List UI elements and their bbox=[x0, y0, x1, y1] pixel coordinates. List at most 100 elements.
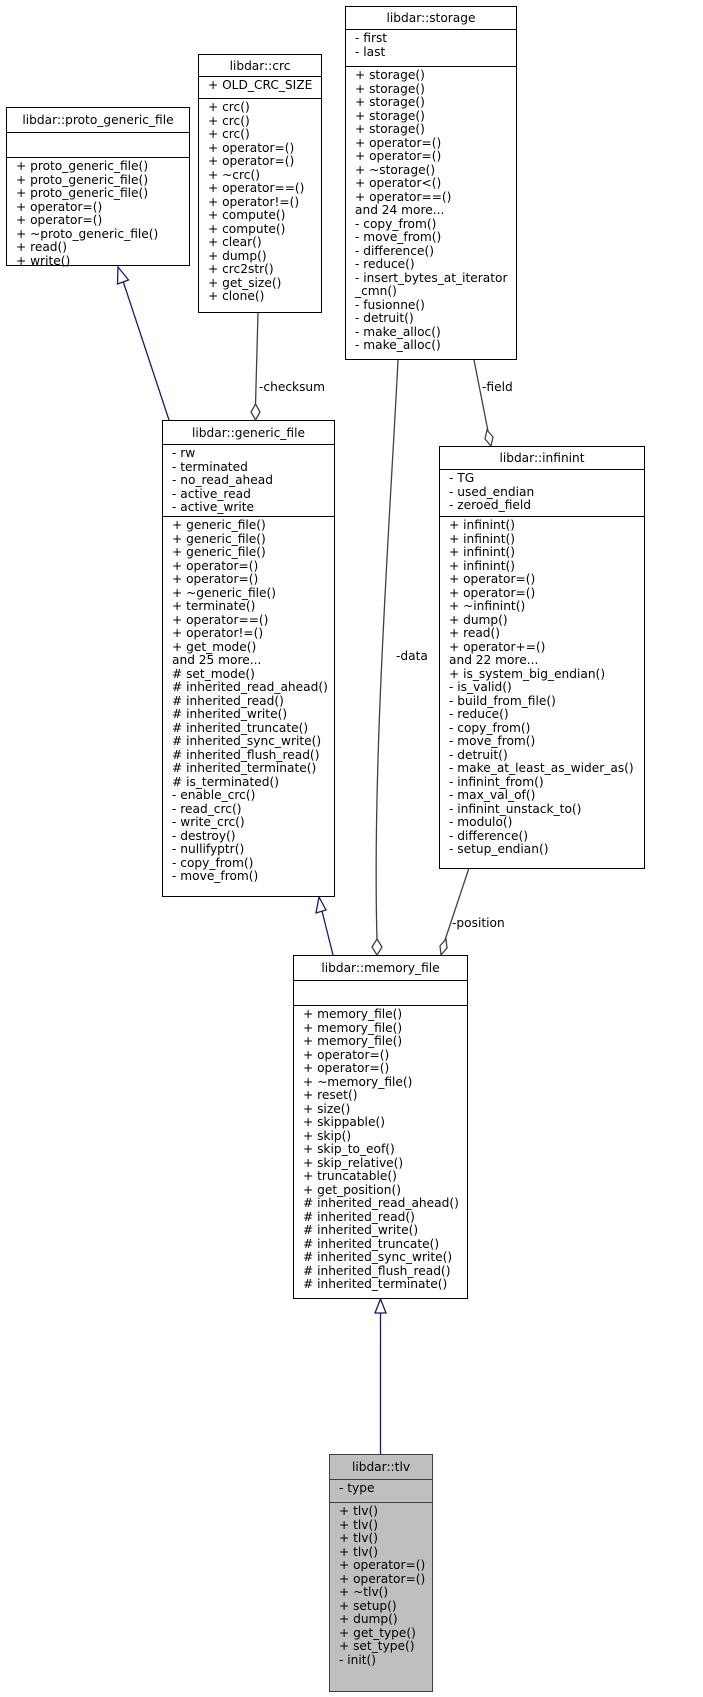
member-item: - last bbox=[355, 44, 386, 59]
member-item: - copy_from() bbox=[355, 216, 437, 231]
methods-section: + infinint() + infinint() + infinint() + in… bbox=[440, 517, 644, 857]
edge-storage-data bbox=[371, 359, 399, 957]
methods-section: + tlv() + tlv() + tlv() + tlv() + operator=(… bbox=[330, 1503, 432, 1667]
class-crc[interactable]: libdar::crc + OLD_CRC_SIZE + crc() + crc(… bbox=[198, 54, 322, 313]
member-item: # inherited_read_ahead() bbox=[172, 680, 328, 694]
attributes-section bbox=[294, 981, 467, 1006]
member-item: + storage() bbox=[355, 108, 425, 123]
member-item: + clear() bbox=[208, 235, 262, 249]
member-item: and 24 more... bbox=[355, 203, 445, 217]
class-name: libdar::crc bbox=[199, 55, 321, 77]
member-item: + dump() bbox=[449, 612, 508, 627]
member-item: - nullifyptr() bbox=[172, 842, 245, 856]
methods-section: + storage() + storage() + storage() + stora… bbox=[346, 67, 516, 353]
member-item: - difference() bbox=[355, 243, 434, 258]
member-item: - insert_bytes_at_iterator bbox=[355, 270, 508, 285]
member-item: + generic_file() bbox=[172, 531, 266, 546]
member-item: + write() bbox=[16, 253, 71, 268]
member-item: - modulo() bbox=[449, 815, 513, 829]
member-item: - infinint_unstack_to() bbox=[449, 801, 582, 816]
member-item: + infinint() bbox=[449, 518, 515, 532]
member-item: + operator=() bbox=[16, 213, 103, 227]
member-item: - init() bbox=[339, 1652, 377, 1667]
inheritance-arrowhead bbox=[374, 1297, 387, 1314]
member-item: + ~crc() bbox=[208, 167, 260, 182]
member-item: + memory_file() bbox=[303, 1007, 403, 1021]
member-item: + operator=() bbox=[172, 558, 259, 573]
aggregation-diamond bbox=[250, 402, 261, 422]
class-infinint[interactable]: libdar::infinint - TG - used_endian - zero… bbox=[439, 446, 645, 869]
member-item: + ~infinint() bbox=[449, 599, 526, 613]
member-item: - rw bbox=[172, 446, 196, 460]
member-item: + generic_file() bbox=[172, 518, 266, 532]
member-item: + reset() bbox=[303, 1088, 358, 1102]
member-item: - active_write bbox=[172, 500, 255, 514]
member-item: - reduce() bbox=[355, 257, 415, 271]
attributes-section: + OLD_CRC_SIZE bbox=[199, 77, 321, 99]
member-item: + ~proto_generic_file() bbox=[16, 226, 159, 241]
member-item: # inherited_flush_read() bbox=[303, 1263, 451, 1278]
member-item: + get_size() bbox=[208, 275, 282, 290]
class-tlv[interactable]: libdar::tlv - type + tlv() + tlv() + tlv()… bbox=[329, 1454, 433, 1692]
member-item: + crc() bbox=[208, 127, 250, 141]
inheritance-arrowhead bbox=[315, 895, 327, 914]
member-item: + operator=() bbox=[303, 1047, 390, 1062]
member-item: + crc() bbox=[208, 113, 250, 128]
member-item: + compute() bbox=[208, 208, 286, 222]
edge-crc-checksum bbox=[250, 312, 261, 422]
attributes-section bbox=[7, 133, 189, 158]
member-item: _cmn() bbox=[355, 284, 397, 298]
class-memory-file[interactable]: libdar::memory_file + memory_file() + mem… bbox=[293, 955, 468, 1299]
member-item: + operator==() bbox=[208, 181, 305, 195]
member-item: - first bbox=[355, 31, 388, 45]
member-item: + operator<() bbox=[355, 176, 442, 190]
edge-generic-file-inherits-proto-generic-file bbox=[116, 265, 170, 421]
member-item: # inherited_truncate() bbox=[172, 720, 309, 735]
methods-section: + generic_file() + generic_file() + generi… bbox=[163, 517, 334, 884]
member-item: - copy_from() bbox=[172, 855, 254, 870]
member-item: - make_alloc() bbox=[355, 324, 441, 339]
member-item: + dump() bbox=[208, 248, 267, 263]
member-item: + operator=() bbox=[16, 199, 103, 214]
member-item: + tlv() bbox=[339, 1504, 378, 1518]
member-item: + proto_generic_file() bbox=[16, 172, 149, 187]
class-generic-file[interactable]: libdar::generic_file - rw - terminated - n… bbox=[162, 420, 335, 897]
member-item: + storage() bbox=[355, 122, 425, 136]
member-item: # inherited_read_ahead() bbox=[303, 1196, 459, 1210]
member-item: - TG bbox=[449, 471, 475, 485]
member-item: + compute() bbox=[208, 221, 286, 236]
member-item: # inherited_terminate() bbox=[172, 761, 317, 775]
member-item: + ~storage() bbox=[355, 162, 436, 177]
member-item: - zeroed_field bbox=[449, 498, 531, 512]
member-item: - make_at_least_as_wider_as() bbox=[449, 761, 634, 775]
member-item: + operator=() bbox=[449, 572, 536, 586]
member-item: - enable_crc() bbox=[172, 788, 256, 802]
class-name: libdar::memory_file bbox=[294, 956, 467, 981]
member-item: + storage() bbox=[355, 68, 425, 82]
member-item: + is_system_big_endian() bbox=[449, 666, 606, 681]
member-item: - setup_endian() bbox=[449, 842, 549, 856]
member-item: + storage() bbox=[355, 95, 425, 109]
member-item: # is_terminated() bbox=[172, 774, 279, 789]
member-item: - type bbox=[339, 1481, 375, 1495]
class-name: libdar::generic_file bbox=[163, 421, 334, 445]
member-item: + operator=() bbox=[355, 135, 442, 150]
member-item: + operator!=() bbox=[172, 626, 264, 640]
member-item: + proto_generic_file() bbox=[16, 159, 149, 173]
class-storage[interactable]: libdar::storage - first - last + storage(… bbox=[345, 6, 517, 360]
member-item: + get_mode() bbox=[172, 639, 257, 654]
member-item: and 25 more... bbox=[172, 653, 262, 667]
edge-tlv-inherits-memory-file bbox=[374, 1297, 387, 1454]
member-item: - fusionne() bbox=[355, 297, 425, 312]
member-item: + skip_relative() bbox=[303, 1155, 404, 1170]
member-item: + set_type() bbox=[339, 1639, 415, 1653]
member-item: + read() bbox=[16, 240, 68, 254]
attributes-section: - type bbox=[330, 1480, 432, 1503]
class-name: libdar::tlv bbox=[330, 1455, 432, 1480]
inheritance-arrowhead bbox=[116, 265, 130, 285]
member-item: + operator+=() bbox=[449, 639, 546, 654]
member-item: + crc2str() bbox=[208, 262, 274, 276]
methods-section: + memory_file() + memory_file() + memory_f… bbox=[294, 1006, 467, 1292]
class-proto-generic-file[interactable]: libdar::proto_generic_file + proto_gener… bbox=[6, 107, 190, 268]
methods-section: + proto_generic_file() + proto_generic_fi… bbox=[7, 158, 189, 268]
